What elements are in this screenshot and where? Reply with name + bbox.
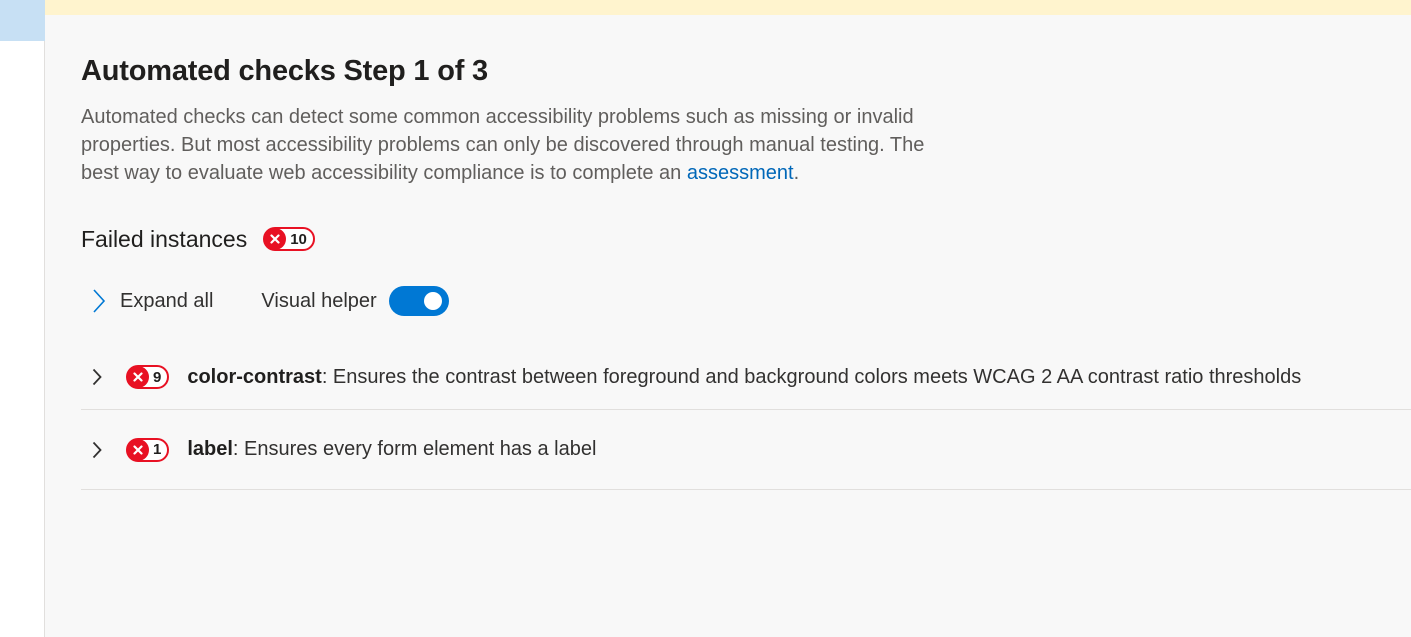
chevron-right-icon <box>87 286 111 316</box>
rule-description: : Ensures every form element has a label <box>232 438 597 460</box>
main-content: Automated checks Step 1 of 3 Automated c… <box>45 15 1411 637</box>
visual-helper: Visual helper <box>261 286 449 316</box>
page-title: Automated checks Step 1 of 3 <box>81 55 488 87</box>
rule-count-badge: 9 <box>126 365 170 389</box>
chevron-right-icon[interactable] <box>87 438 107 462</box>
failed-count: 10 <box>290 230 307 248</box>
expand-all-button[interactable]: Expand all <box>81 286 213 316</box>
rule-id: label <box>187 438 233 460</box>
info-banner <box>45 0 1411 15</box>
rule-count: 1 <box>153 441 162 458</box>
visual-helper-toggle[interactable] <box>388 286 449 316</box>
visual-helper-label: Visual helper <box>261 289 377 312</box>
assessment-link[interactable]: assessment <box>687 162 794 184</box>
rule-count-badge: 1 <box>126 437 170 462</box>
controls-bar: Expand all Visual helper <box>81 283 449 319</box>
rule-text: color-contrast: Ensures the contrast bet… <box>187 366 1301 389</box>
rule-description: : Ensures the contrast between foregroun… <box>321 365 1302 388</box>
error-x-icon <box>127 438 149 461</box>
error-x-icon <box>127 366 149 388</box>
left-nav-rail <box>0 0 45 637</box>
rule-row-label[interactable]: 1 label: Ensures every form element has … <box>81 410 1411 490</box>
error-x-icon <box>264 228 287 250</box>
expand-all-label: Expand all <box>120 289 214 312</box>
page-description: Automated checks can detect some common … <box>81 103 951 187</box>
failed-instances-heading: Failed instances <box>81 225 248 252</box>
failed-instances-header: Failed instances 10 <box>81 223 315 255</box>
rule-id: color-contrast <box>187 365 322 388</box>
description-end: . <box>793 162 800 184</box>
left-nav-selected-item[interactable] <box>0 0 45 41</box>
rule-row-color-contrast[interactable]: 9 color-contrast: Ensures the contrast b… <box>81 345 1411 410</box>
chevron-right-icon[interactable] <box>87 365 107 389</box>
toggle-knob <box>423 292 442 310</box>
rule-text: label: Ensures every form element has a … <box>187 438 596 461</box>
failed-count-badge: 10 <box>263 227 315 251</box>
rule-count: 9 <box>153 368 162 386</box>
